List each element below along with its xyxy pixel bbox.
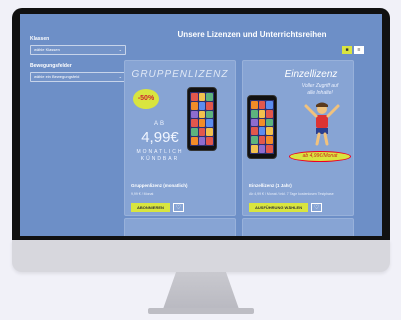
card-title: Gruppenlizenz (monatlich) bbox=[131, 183, 188, 188]
full-access-line: Voller Zugriff auf bbox=[301, 83, 339, 89]
gruppenlizenz-card: GRUPPENLIZENZ -50% AB 4,99€ MONATLICH KÜ… bbox=[124, 60, 236, 216]
next-card-preview bbox=[124, 218, 236, 236]
button-row: AUSFÜHRUNG WÄHLEN ♡ bbox=[249, 203, 323, 212]
monitor-stand-base bbox=[148, 308, 254, 314]
discount-badge: -50% bbox=[133, 89, 159, 109]
klassen-select-value: wähle Klassen bbox=[34, 47, 60, 52]
grid-view-button[interactable]: ■ bbox=[342, 46, 352, 54]
page-title: Unsere Lizenzen und Unterrichtsreihen bbox=[177, 30, 327, 39]
chevron-down-icon: ⌄ bbox=[118, 47, 122, 52]
full-access-line: alle Inhalte! bbox=[307, 90, 333, 96]
button-row: ABONNIEREN ♡ bbox=[131, 203, 184, 212]
app-grid bbox=[250, 100, 274, 154]
bewegungsfelder-select[interactable]: wähle ein Bewegungsfeld ⌄ bbox=[30, 72, 126, 82]
card-title: Einzellizenz (1 Jahr) bbox=[249, 183, 292, 188]
klassen-select[interactable]: wähle Klassen ⌄ bbox=[30, 45, 126, 55]
next-card-preview bbox=[242, 218, 354, 236]
abonnieren-button[interactable]: ABONNIEREN bbox=[131, 203, 170, 212]
card-subtitle: Ab 4,99 € / Monat / inkl. 7 Tage kostenl… bbox=[249, 192, 334, 196]
website-screen: Klassen wähle Klassen ⌄ Bewegungsfelder … bbox=[20, 14, 382, 236]
price-note: KÜNDBAR bbox=[140, 156, 180, 162]
phone-image bbox=[247, 95, 277, 159]
ausfuehrung-waehlen-button[interactable]: AUSFÜHRUNG WÄHLEN bbox=[249, 203, 309, 212]
view-toggle: ■ ≡ bbox=[342, 46, 364, 54]
price: 4,99€ bbox=[141, 129, 179, 146]
athlete-illustration bbox=[304, 102, 340, 146]
filter-sidebar: Klassen wähle Klassen ⌄ Bewegungsfelder … bbox=[30, 36, 126, 90]
price-note: MONATLICH bbox=[136, 149, 184, 155]
phone-image bbox=[187, 87, 217, 151]
list-view-button[interactable]: ≡ bbox=[354, 46, 364, 54]
chevron-down-icon: ⌄ bbox=[118, 74, 122, 79]
price-tag: ab 4,99€/Monat bbox=[289, 151, 351, 162]
monitor-chin bbox=[12, 240, 390, 272]
heart-icon[interactable]: ♡ bbox=[311, 203, 323, 212]
card-header: Einzellizenz bbox=[284, 69, 338, 80]
full-access-text: Voller Zugriff auf alle Inhalte! bbox=[289, 83, 351, 97]
heart-icon[interactable]: ♡ bbox=[172, 203, 184, 212]
klassen-label: Klassen bbox=[30, 36, 50, 42]
bewegungsfelder-label: Bewegungsfelder bbox=[30, 63, 72, 69]
app-grid bbox=[190, 92, 214, 146]
card-subtitle: 9,99 € / Monat bbox=[131, 192, 154, 196]
einzellizenz-card: Einzellizenz Voller Zugriff auf alle Inh… bbox=[242, 60, 354, 216]
bewegungsfelder-select-value: wähle ein Bewegungsfeld bbox=[34, 74, 80, 79]
monitor-stand bbox=[162, 272, 240, 312]
price-block: AB 4,99€ MONATLICH KÜNDBAR bbox=[131, 121, 189, 162]
card-header: GRUPPENLIZENZ bbox=[131, 69, 229, 80]
price-prefix: AB bbox=[153, 121, 166, 127]
